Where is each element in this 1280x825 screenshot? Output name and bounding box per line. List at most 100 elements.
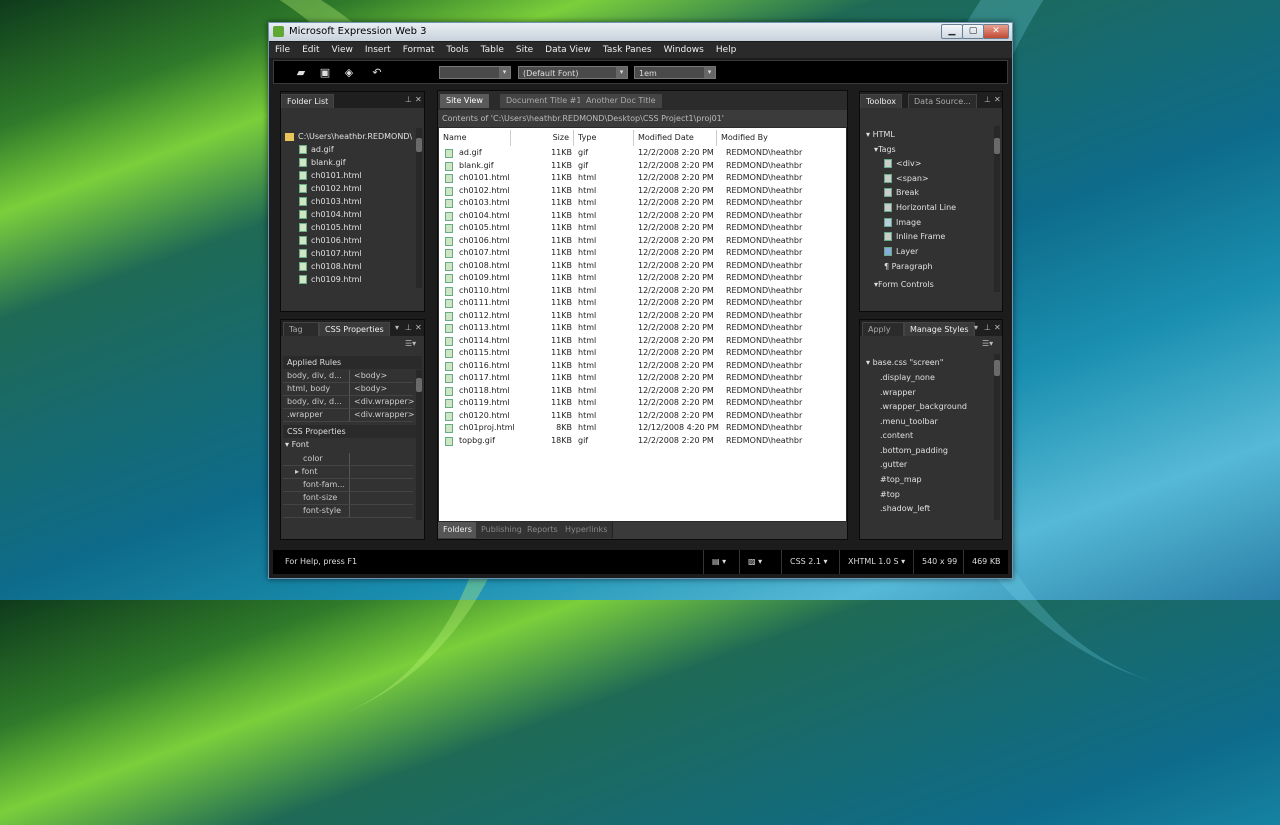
table-row[interactable]: font-size (283, 492, 413, 505)
list-item[interactable]: ch0103.html (299, 197, 362, 206)
folder-open-icon[interactable]: ▰ (294, 66, 308, 79)
list-item[interactable]: ch0104.html (299, 210, 362, 219)
property-value[interactable] (349, 492, 354, 504)
styles-scrollbar[interactable] (994, 354, 1000, 520)
toolbox-item[interactable]: Inline Frame (884, 232, 945, 241)
property-value[interactable] (349, 466, 354, 478)
undo-icon[interactable]: ↶ (370, 66, 384, 79)
close-icon[interactable]: ✕ (994, 323, 1001, 332)
menu-site[interactable]: Site (510, 42, 539, 58)
list-item[interactable]: ad.gif (299, 145, 334, 154)
toolbox-subgroup-form-controls[interactable]: ▾Form Controls (874, 280, 934, 289)
scroll-thumb[interactable] (416, 378, 422, 392)
toolbox-item[interactable]: Layer (884, 247, 918, 256)
column-size[interactable]: Size (511, 130, 574, 146)
style-item[interactable]: .content (880, 431, 913, 440)
style-item[interactable]: #top_map (880, 475, 922, 484)
list-item[interactable]: ch0107.html (299, 249, 362, 258)
property-value[interactable] (349, 505, 354, 517)
table-row[interactable]: ch0117.html 11KB html 12/2/2008 2:20 PM REDM… (439, 372, 846, 385)
property-value[interactable] (349, 453, 354, 465)
column-name[interactable]: Name (439, 130, 511, 146)
table-row[interactable]: ch0119.html 11KB html 12/2/2008 2:20 PM REDM… (439, 397, 846, 410)
table-row[interactable]: ch0108.html 11KB html 12/2/2008 2:20 PM REDM… (439, 260, 846, 273)
property-value[interactable] (349, 479, 354, 491)
tab-site-view[interactable]: Site View (440, 94, 489, 108)
menu-help[interactable]: Help (710, 42, 743, 58)
table-row[interactable]: body, div, d... <body> (283, 370, 413, 383)
menu-insert[interactable]: Insert (359, 42, 397, 58)
pin-icon[interactable]: ⊥ (984, 323, 991, 332)
table-row[interactable]: html, body <body> (283, 383, 413, 396)
folder-list-scrollbar[interactable] (416, 128, 422, 288)
menu-edit[interactable]: Edit (296, 42, 325, 58)
table-row[interactable]: ch0116.html 11KB html 12/2/2008 2:20 PM REDM… (439, 360, 846, 373)
table-row[interactable]: ch0110.html 11KB html 12/2/2008 2:20 PM REDM… (439, 285, 846, 298)
list-item[interactable]: blank.gif (299, 158, 346, 167)
stylesheet-node[interactable]: ▾ base.css "screen" (866, 358, 943, 367)
table-row[interactable]: ch0109.html 11KB html 12/2/2008 2:20 PM REDM… (439, 272, 846, 285)
toolbox-group-html[interactable]: ▾ HTML (866, 130, 895, 139)
list-item[interactable]: ch0101.html (299, 171, 362, 180)
visual-aids-icon[interactable]: ▤ ▾ (703, 550, 740, 574)
table-row[interactable]: ch0120.html 11KB html 12/2/2008 2:20 PM REDM… (439, 410, 846, 423)
publish-icon[interactable]: ▣ (318, 66, 332, 79)
menu-tools[interactable]: Tools (440, 42, 474, 58)
close-icon[interactable]: ✕ (415, 323, 422, 332)
pin-icon[interactable]: ⊥ (405, 95, 412, 104)
panel-menu-icon[interactable]: ☰▾ (982, 339, 993, 348)
table-row[interactable]: ▸ font (283, 466, 413, 479)
table-row[interactable]: ch0118.html 11KB html 12/2/2008 2:20 PM REDM… (439, 385, 846, 398)
style-item[interactable]: .wrapper_background (880, 402, 967, 411)
table-row[interactable]: font-fam... (283, 479, 413, 492)
column-type[interactable]: Type (574, 130, 634, 146)
table-row[interactable]: ch0107.html 11KB html 12/2/2008 2:20 PM REDM… (439, 247, 846, 260)
table-row[interactable]: ad.gif 11KB gif 12/2/2008 2:20 PM REDMOND\he… (439, 147, 846, 160)
tab-publishing[interactable]: Publishing (476, 522, 528, 538)
pin-icon[interactable]: ⊥ (405, 323, 412, 332)
css-panel-scrollbar[interactable] (416, 370, 422, 520)
tab-another-doc-title[interactable]: Another Doc Title (580, 94, 662, 108)
style-application-icon[interactable]: ▨ ▾ (739, 550, 776, 574)
panel-menu-icon[interactable]: ☰▾ (405, 339, 416, 348)
tab-hyperlinks[interactable]: Hyperlinks (560, 522, 614, 538)
style-item[interactable]: #top (880, 490, 900, 499)
table-row[interactable]: ch0103.html 11KB html 12/2/2008 2:20 PM REDM… (439, 197, 846, 210)
style-item[interactable]: .shadow_left (880, 504, 930, 513)
menu-data-view[interactable]: Data View (539, 42, 597, 58)
style-item[interactable]: .menu_toolbar (880, 417, 938, 426)
tab-folder-list[interactable]: Folder List (281, 94, 335, 108)
column-modified-date[interactable]: Modified Date (634, 130, 717, 146)
tab-tag-properties[interactable]: Tag Prop (283, 322, 319, 336)
toolbox-scrollbar[interactable] (994, 126, 1000, 292)
tab-apply-styles[interactable]: Apply Styles (862, 322, 904, 336)
menu-windows[interactable]: Windows (658, 42, 710, 58)
toolbox-item[interactable]: Break (884, 188, 919, 197)
table-row[interactable]: topbg.gif 18KB gif 12/2/2008 2:20 PM REDMOND… (439, 435, 846, 448)
table-row[interactable]: ch01proj.html 8KB html 12/12/2008 4:20 PM RE… (439, 422, 846, 435)
list-item[interactable]: ch0105.html (299, 223, 362, 232)
menu-format[interactable]: Format (397, 42, 441, 58)
font-combo[interactable]: (Default Font) ▾ (518, 66, 628, 79)
table-row[interactable]: ch0104.html 11KB html 12/2/2008 2:20 PM REDM… (439, 210, 846, 223)
new-folder-icon[interactable]: ◈ (342, 66, 356, 79)
table-row[interactable]: ch0114.html 11KB html 12/2/2008 2:20 PM REDM… (439, 335, 846, 348)
tab-data-source[interactable]: Data Source... (908, 94, 977, 108)
style-item[interactable]: .gutter (880, 460, 907, 469)
scroll-thumb[interactable] (994, 360, 1000, 376)
table-row[interactable]: color (283, 453, 413, 466)
size-combo[interactable]: 1em ▾ (634, 66, 716, 79)
style-item[interactable]: .wrapper (880, 388, 916, 397)
table-row[interactable]: ch0101.html 11KB html 12/2/2008 2:20 PM REDM… (439, 172, 846, 185)
style-combo[interactable]: ▾ (439, 66, 511, 79)
table-row[interactable]: blank.gif 11KB gif 12/2/2008 2:20 PM REDMOND… (439, 160, 846, 173)
scroll-thumb[interactable] (994, 138, 1000, 154)
doctype-button[interactable]: XHTML 1.0 S ▾ (839, 550, 910, 574)
chevron-down-icon[interactable]: ▾ (974, 323, 978, 332)
pin-icon[interactable]: ⊥ (984, 95, 991, 104)
table-row[interactable]: ch0113.html 11KB html 12/2/2008 2:20 PM REDM… (439, 322, 846, 335)
font-group[interactable]: ▾ Font (285, 440, 309, 449)
close-icon[interactable]: ✕ (994, 95, 1001, 104)
page-dimensions[interactable]: 540 x 99 (913, 550, 962, 574)
tab-folders[interactable]: Folders (438, 522, 478, 538)
